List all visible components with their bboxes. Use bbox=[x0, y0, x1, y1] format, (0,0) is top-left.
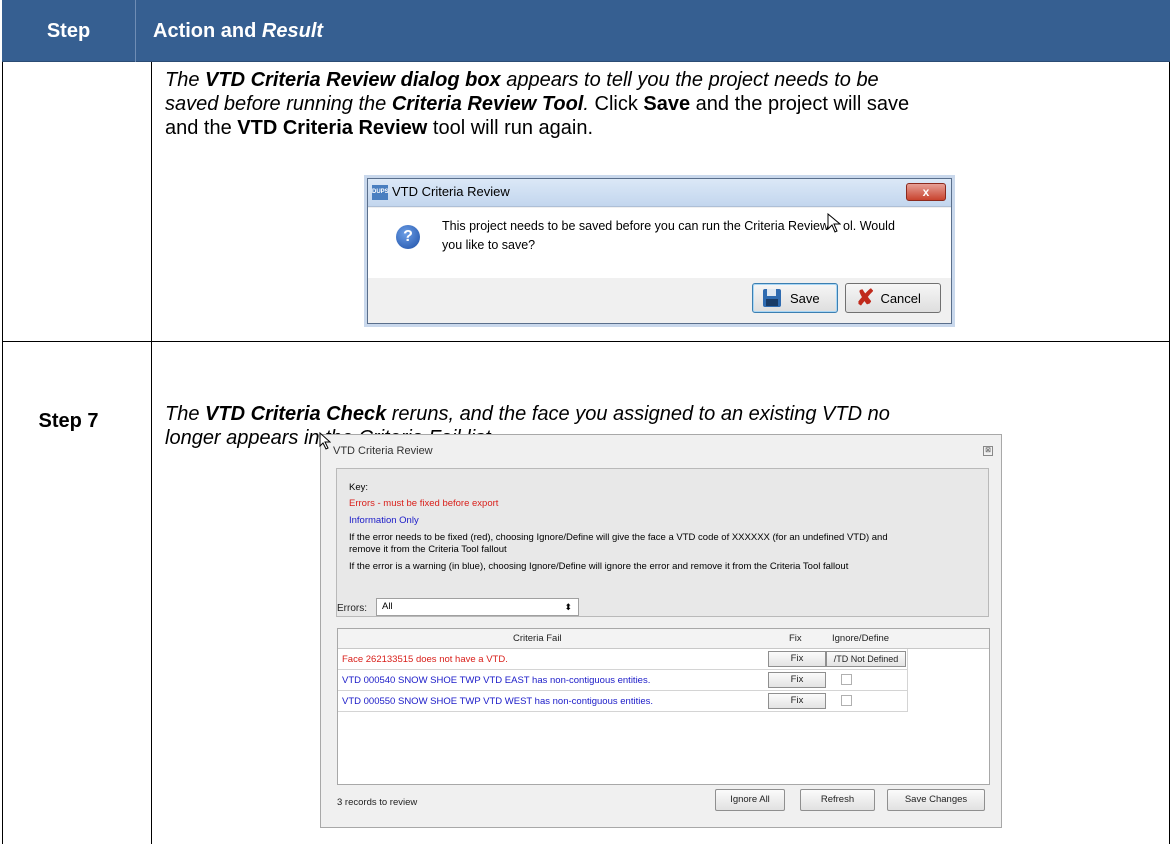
header-result-text: Result bbox=[261, 19, 324, 42]
criteria-grid: Criteria Fail Fix Ignore/Define Face 262… bbox=[337, 628, 990, 785]
left-border bbox=[2, 62, 3, 844]
table-row: VTD 000550 SNOW SHOE TWP VTD WEST has no… bbox=[338, 691, 907, 712]
cancel-button-label: Cancel bbox=[880, 290, 921, 306]
header-step: Step bbox=[46, 19, 91, 42]
dialog-message: This project needs to be saved before yo… bbox=[442, 217, 932, 255]
floppy-disk-icon bbox=[763, 289, 781, 307]
row1-line2: saved before running the Criteria Review… bbox=[165, 92, 1155, 116]
row1-text-b: VTD Criteria Review dialog box bbox=[205, 69, 501, 91]
message-line2: you like to save? bbox=[442, 238, 536, 252]
col-fix: Fix bbox=[789, 633, 802, 644]
fix-button[interactable]: Fix bbox=[768, 672, 826, 688]
right-border bbox=[1169, 62, 1170, 844]
row1-text-c: appears to tell you the project needs to… bbox=[500, 69, 879, 91]
dialog-title: VTD Criteria Review bbox=[392, 184, 510, 199]
ignore-all-button[interactable]: Ignore All bbox=[715, 789, 785, 811]
row1-text-g: Click bbox=[588, 93, 644, 115]
col-ignore-define: Ignore/Define bbox=[832, 633, 890, 644]
key-legend: Key: Errors - must be fixed before expor… bbox=[336, 468, 989, 617]
errors-filter-select[interactable]: All ⬍ bbox=[376, 598, 579, 616]
window-close-button[interactable]: ⊠ bbox=[983, 446, 993, 456]
ignore-checkbox[interactable] bbox=[841, 695, 852, 706]
message-line1-tail: ol. Would bbox=[843, 219, 895, 233]
row2-text-a: The bbox=[165, 403, 206, 425]
key-errors: Errors - must be fixed before export bbox=[349, 498, 499, 509]
key-line2: remove it from the Criteria Tool fallout bbox=[349, 544, 507, 555]
row2-text-b: VTD Criteria Check bbox=[205, 403, 387, 425]
ignore-checkbox[interactable] bbox=[841, 674, 852, 685]
key-info: Information Only bbox=[349, 515, 419, 526]
header-action-text: Action and bbox=[153, 19, 257, 42]
errors-label: Errors: bbox=[337, 603, 367, 614]
question-icon: ? bbox=[396, 225, 420, 249]
key-label: Key: bbox=[349, 482, 369, 493]
table-row: Face 262133515 does not have a VTD. Fix … bbox=[338, 649, 907, 670]
fix-button[interactable]: Fix bbox=[768, 693, 826, 709]
table-header: Step Action and Result bbox=[2, 0, 1170, 62]
grid-header: Criteria Fail Fix Ignore/Define bbox=[338, 629, 989, 649]
header-action: Action and Result bbox=[153, 0, 323, 62]
row-divider bbox=[2, 341, 1170, 342]
row-criteria-text: VTD 000540 SNOW SHOE TWP VTD EAST has no… bbox=[342, 675, 651, 686]
mouse-cursor-icon bbox=[827, 213, 841, 233]
row2-line1: The VTD Criteria Check reruns, and the f… bbox=[165, 402, 1155, 426]
fix-button[interactable]: Fix bbox=[768, 651, 826, 667]
cancel-button[interactable]: ✘ Cancel bbox=[845, 283, 941, 313]
row-criteria-text: Face 262133515 does not have a VTD. bbox=[342, 654, 508, 665]
row1-text-j: and the bbox=[165, 117, 238, 139]
grid-column-separator bbox=[907, 649, 908, 712]
row1-text-l: tool will run again. bbox=[427, 117, 594, 139]
row1-text-i: and the project will save bbox=[690, 93, 910, 115]
dialog-titlebar: DUPS VTD Criteria Review x bbox=[368, 179, 951, 207]
app-icon: DUPS bbox=[372, 185, 389, 200]
message-line1: This project needs to be saved before yo… bbox=[442, 219, 830, 233]
row1-line1: The VTD Criteria Review dialog box appea… bbox=[165, 68, 1155, 92]
row1-paragraph: The VTD Criteria Review dialog box appea… bbox=[165, 68, 1155, 140]
row2-text-c: reruns, and the face you assigned to an … bbox=[386, 403, 890, 425]
key-line3: If the error is a warning (in blue), cho… bbox=[349, 561, 849, 572]
save-changes-button[interactable]: Save Changes bbox=[887, 789, 985, 811]
records-count: 3 records to review bbox=[337, 797, 418, 808]
key-line1: If the error needs to be fixed (red), ch… bbox=[349, 532, 888, 543]
close-button[interactable]: x bbox=[906, 183, 946, 201]
select-arrows-icon: ⬍ bbox=[564, 602, 572, 612]
refresh-button[interactable]: Refresh bbox=[800, 789, 875, 811]
table-row: VTD 000540 SNOW SHOE TWP VTD EAST has no… bbox=[338, 670, 907, 691]
criteria-review-window: VTD Criteria Review ⊠ Key: Errors - must… bbox=[319, 432, 1002, 828]
step-7-label: Step 7 bbox=[38, 410, 99, 432]
row1-text-h: Save bbox=[643, 93, 691, 115]
cancel-x-icon: ✘ bbox=[856, 285, 875, 310]
save-button[interactable]: Save bbox=[752, 283, 838, 313]
header-divider bbox=[135, 0, 136, 62]
window-title: VTD Criteria Review bbox=[333, 445, 433, 457]
col-criteria-fail: Criteria Fail bbox=[513, 633, 562, 644]
row1-text-k: VTD Criteria Review bbox=[237, 117, 428, 139]
row1-text-e: Criteria Review Tool bbox=[391, 93, 584, 115]
row-criteria-text: VTD 000550 SNOW SHOE TWP VTD WEST has no… bbox=[342, 696, 653, 707]
errors-filter-value: All bbox=[382, 601, 393, 612]
row1-line3: and the VTD Criteria Review tool will ru… bbox=[165, 116, 1155, 140]
ignore-define-button[interactable]: /TD Not Defined bbox=[826, 651, 906, 667]
row1-text-a: The bbox=[165, 69, 206, 91]
column-divider bbox=[151, 62, 152, 844]
save-button-label: Save bbox=[790, 290, 820, 306]
mouse-cursor-icon bbox=[319, 432, 331, 450]
save-prompt-dialog: DUPS VTD Criteria Review x ? This projec… bbox=[367, 178, 952, 324]
row1-text-d: saved before running the bbox=[165, 93, 392, 115]
